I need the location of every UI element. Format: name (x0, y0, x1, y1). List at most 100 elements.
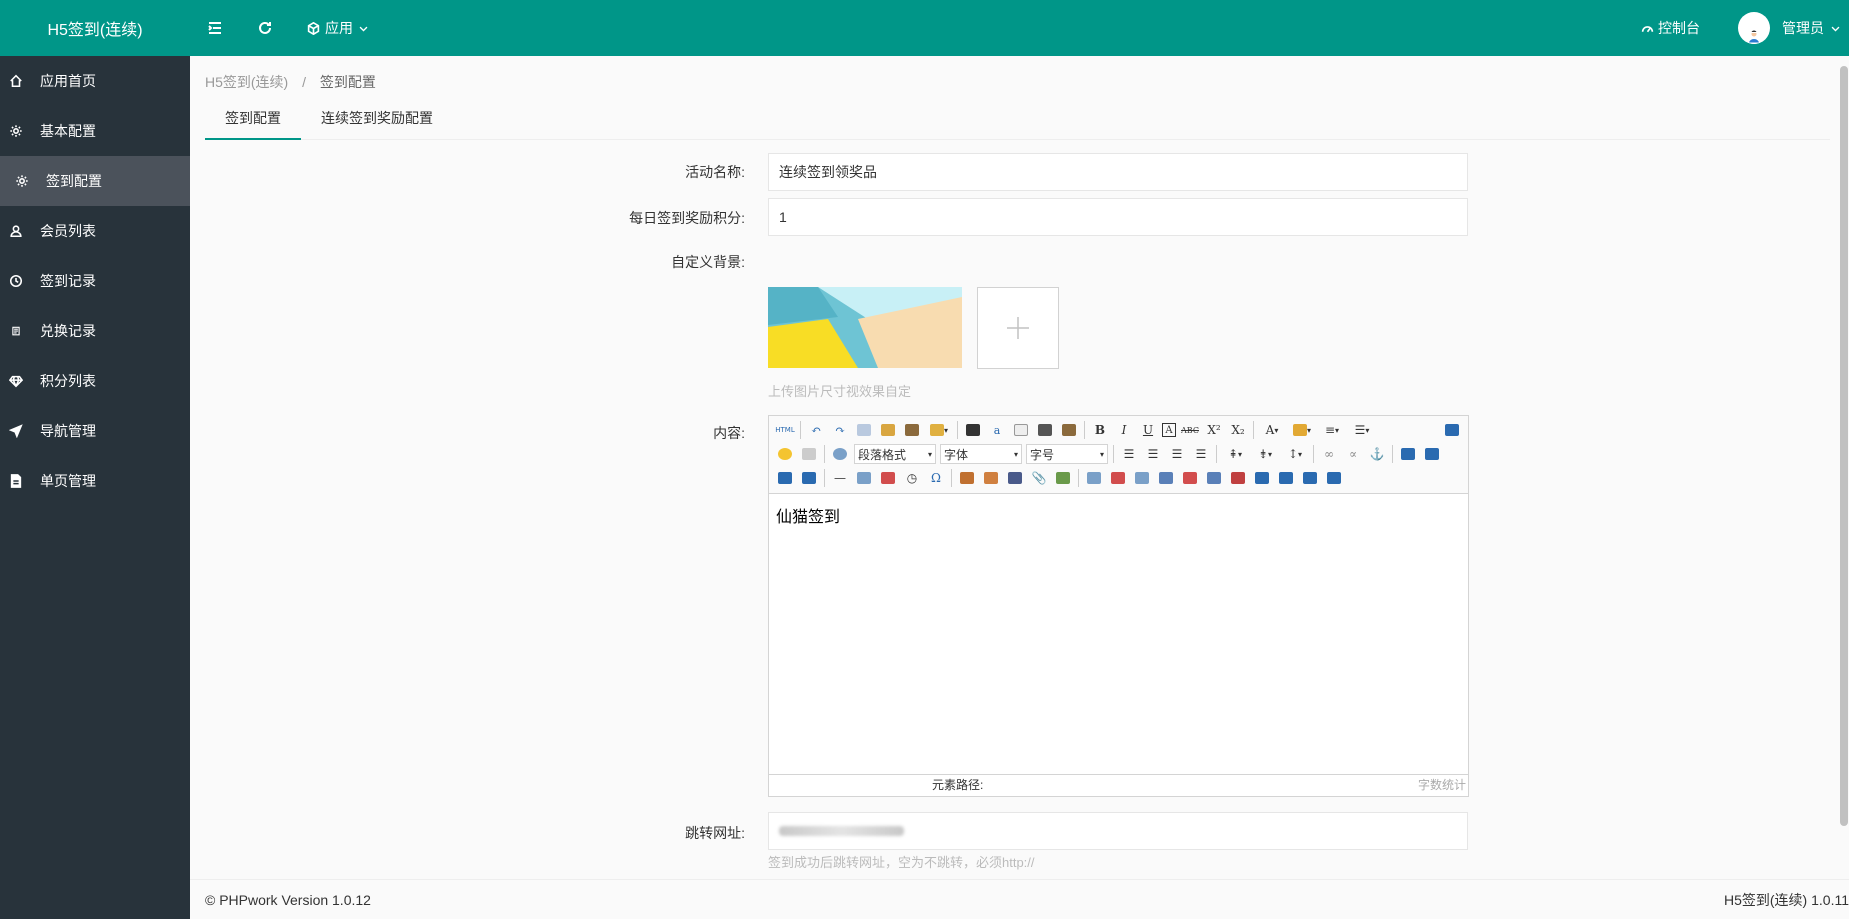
image-center-button[interactable] (799, 468, 819, 488)
format-brush-button[interactable] (878, 420, 898, 440)
delete-table-button[interactable] (1108, 468, 1128, 488)
dashboard-link[interactable]: 控制台 (1624, 0, 1738, 56)
template-button[interactable] (1053, 468, 1073, 488)
multi-image-button[interactable] (981, 468, 1001, 488)
auto-format-button[interactable]: ▾ (926, 420, 952, 440)
image-right-button[interactable] (1422, 444, 1442, 464)
html-source-button[interactable]: HTML (775, 420, 795, 440)
merge-cells-button[interactable] (1252, 468, 1272, 488)
print-button[interactable] (1035, 420, 1055, 440)
horizontal-rule-button[interactable]: — (830, 468, 850, 488)
line-height-button[interactable]: ↕ ▾ (1282, 444, 1308, 464)
tab-signin-config[interactable]: 签到配置 (205, 96, 301, 140)
sidebar-item-pages[interactable]: 单页管理 (0, 456, 190, 506)
sidebar-item-basic-config[interactable]: 基本配置 (0, 106, 190, 156)
copyright-text: © PHPwork Version 1.0.12 (205, 891, 371, 908)
image-left-button[interactable] (1398, 444, 1418, 464)
attachment-button[interactable]: 📎 (1029, 468, 1049, 488)
paste-button[interactable] (902, 420, 922, 440)
font-color-button[interactable]: A ▾ (1259, 420, 1285, 440)
insert-row-before-button[interactable] (1132, 468, 1152, 488)
menu-toggle-button[interactable] (190, 0, 240, 56)
image-none-button[interactable] (775, 468, 795, 488)
background-label: 自定义背景: (671, 254, 745, 270)
merge-right-button[interactable] (1276, 468, 1296, 488)
delete-col-button[interactable] (1228, 468, 1248, 488)
editor-content-area[interactable]: 仙猫签到 (769, 494, 1468, 774)
insert-col-button[interactable] (1204, 468, 1224, 488)
subscript-button[interactable]: X₂ (1228, 420, 1248, 440)
row-spacing-bottom-button[interactable]: ⇟ ▾ (1252, 444, 1278, 464)
date-button[interactable] (878, 468, 898, 488)
scrawl-button[interactable] (799, 444, 819, 464)
strikethrough-button[interactable]: ABC (1180, 420, 1200, 440)
user-menu[interactable]: 管理员 (1738, 0, 1841, 56)
superscript-button[interactable]: X² (1204, 420, 1224, 440)
activity-name-input[interactable] (768, 153, 1468, 191)
sidebar-item-exchange-records[interactable]: 兑换记录 (0, 306, 190, 356)
bold-button[interactable]: B (1090, 420, 1110, 440)
daily-points-input[interactable] (768, 198, 1468, 236)
app-logo[interactable]: H5签到(连续) (0, 0, 190, 56)
ordered-list-button[interactable]: ≡ ▾ (1319, 420, 1345, 440)
font-family-select[interactable]: 字体 ▾ (940, 444, 1022, 464)
sidebar-item-navigation[interactable]: 导航管理 (0, 406, 190, 456)
align-center-button[interactable]: ☰ (1143, 444, 1163, 464)
editor-footer: 元素路径: 字数统计 (769, 774, 1468, 794)
unlink-button[interactable]: ∝ (1343, 444, 1363, 464)
user-avatar-icon (1746, 28, 1762, 44)
underline-button[interactable]: U (1138, 420, 1158, 440)
fullscreen-button[interactable] (1442, 420, 1462, 440)
upload-image-button[interactable] (977, 287, 1059, 369)
special-char-button[interactable]: Ω (926, 468, 946, 488)
eraser-button[interactable] (854, 420, 874, 440)
merge-down-button[interactable] (1300, 468, 1320, 488)
insert-image-button[interactable] (957, 468, 977, 488)
delete-row-button[interactable] (1180, 468, 1200, 488)
redirect-url-input[interactable] (768, 812, 1468, 850)
undo-button[interactable]: ↶ (806, 420, 826, 440)
emoji-button[interactable] (775, 444, 795, 464)
insert-video-button[interactable] (1005, 468, 1025, 488)
justify-button[interactable]: ☰ (1191, 444, 1211, 464)
row-spacing-top-button[interactable]: ⇞ ▾ (1222, 444, 1248, 464)
dashboard-icon (1641, 25, 1654, 32)
time-button[interactable]: ◷ (902, 468, 922, 488)
insert-row-after-button[interactable] (1156, 468, 1176, 488)
highlight-color-button[interactable]: ▾ (1289, 420, 1315, 440)
font-size-select[interactable]: 字号 ▾ (1026, 444, 1108, 464)
unordered-list-button[interactable]: ☰ ▾ (1349, 420, 1375, 440)
insert-table-button[interactable] (1084, 468, 1104, 488)
refresh-button[interactable] (240, 0, 290, 56)
text-box-button[interactable]: a (987, 420, 1007, 440)
anchor-button[interactable]: ⚓ (1367, 444, 1387, 464)
font-border-button[interactable]: A (1162, 423, 1176, 437)
align-right-button[interactable]: ☰ (1167, 444, 1187, 464)
tab-bar: 签到配置 连续签到奖励配置 (205, 96, 1830, 140)
paragraph-format-select[interactable]: 段落格式 ▾ (854, 444, 936, 464)
align-left-button[interactable]: ☰ (1119, 444, 1139, 464)
link-button[interactable]: ∞ (1319, 444, 1339, 464)
app-menu-button[interactable]: 应用 (290, 0, 386, 56)
breadcrumb-parent[interactable]: H5签到(连续) (205, 74, 288, 90)
sidebar-item-home[interactable]: 应用首页 (0, 56, 190, 106)
find-replace-button[interactable] (963, 420, 983, 440)
new-doc-button[interactable] (1011, 420, 1031, 440)
element-path: 元素路径: (932, 778, 984, 792)
sidebar-item-signin-records[interactable]: 签到记录 (0, 256, 190, 306)
split-cells-button[interactable] (1324, 468, 1344, 488)
preview-button[interactable] (830, 444, 850, 464)
sidebar-item-members[interactable]: 会员列表 (0, 206, 190, 256)
italic-button[interactable]: I (1114, 420, 1134, 440)
scrollbar[interactable] (1839, 56, 1849, 879)
sidebar-item-points[interactable]: 积分列表 (0, 356, 190, 406)
sidebar-item-label: 基本配置 (40, 123, 96, 139)
sidebar-item-signin-config[interactable]: 签到配置 (0, 156, 190, 206)
scrollbar-thumb[interactable] (1840, 66, 1848, 826)
paste-plain-button[interactable] (1059, 420, 1079, 440)
background-thumbnail[interactable] (768, 287, 962, 368)
app-menu-label: 应用 (325, 20, 353, 36)
redo-button[interactable]: ↷ (830, 420, 850, 440)
insert-frame-button[interactable] (854, 468, 874, 488)
tab-continuous-reward-config[interactable]: 连续签到奖励配置 (301, 96, 448, 140)
